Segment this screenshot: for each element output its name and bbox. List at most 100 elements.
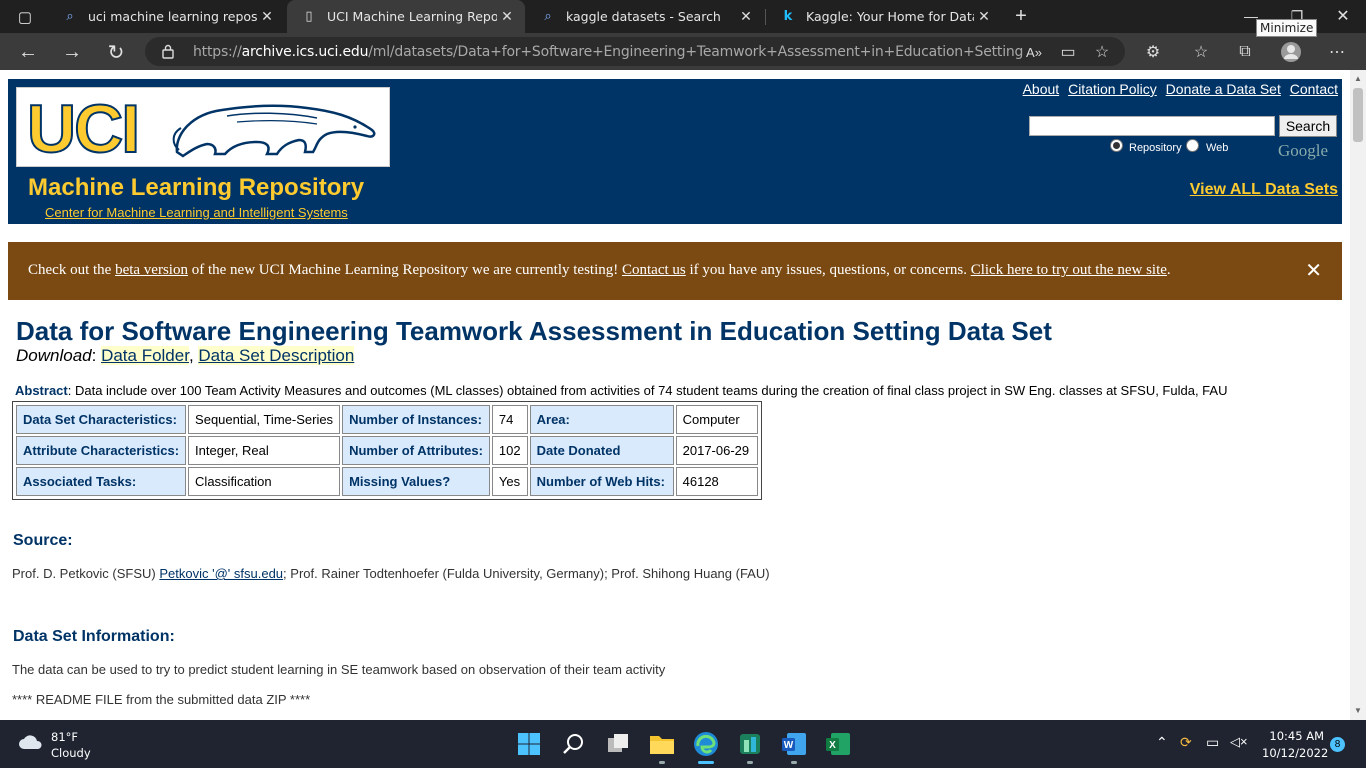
clock[interactable]: 10:45 AM 10/12/2022 — [1262, 729, 1328, 760]
table-header-cell: Area: — [529, 405, 674, 434]
table-row: Data Set Characteristics: Sequential, Ti… — [16, 405, 758, 434]
more-icon[interactable]: ⋯ — [1322, 37, 1352, 67]
tab-actions-icon[interactable]: ▢ — [10, 2, 40, 32]
view-all-datasets-link[interactable]: View ALL Data Sets — [1190, 181, 1338, 199]
table-cell: Computer — [675, 405, 758, 434]
chevron-up-icon[interactable]: ⌃ — [1156, 734, 1168, 751]
scroll-down-icon[interactable]: ▼ — [1354, 706, 1362, 715]
close-icon[interactable]: ✕ — [1305, 258, 1322, 283]
scrollbar-thumb[interactable] — [1353, 88, 1363, 142]
table-header-cell: Attribute Characteristics: — [16, 436, 187, 465]
back-icon[interactable]: ← — [13, 37, 43, 67]
download-links: Download: Data Folder, Data Set Descript… — [16, 346, 355, 365]
taskbar: 81°F Cloudy W X ⌃ ⟳ ▭ ◁× 10:45 AM 10/12/… — [0, 720, 1366, 768]
repository-radio-label: Repository — [1129, 142, 1182, 154]
search-icon: ⌕ — [544, 9, 552, 24]
url-field[interactable]: https://archive.ics.uci.edu/ml/datasets/… — [145, 37, 1125, 66]
table-cell: 46128 — [675, 467, 758, 496]
immersive-reader-icon[interactable]: ▭ — [1053, 37, 1083, 67]
forward-icon[interactable]: → — [57, 37, 87, 67]
table-cell: Integer, Real — [188, 436, 341, 465]
page-title: Data for Software Engineering Teamwork A… — [16, 316, 1052, 346]
task-view-button[interactable] — [602, 728, 634, 760]
word-icon: W — [782, 733, 806, 755]
store-button[interactable] — [734, 728, 766, 764]
email-link[interactable]: Petkovic '@' sfsu.edu — [159, 566, 283, 581]
characteristics-table: Data Set Characteristics: Sequential, Ti… — [12, 401, 762, 500]
favorite-add-icon[interactable]: ☆ — [1087, 37, 1117, 67]
tab-uci-repository[interactable]: ▯ UCI Machine Learning Repository ✕ — [287, 0, 525, 33]
running-indicator — [747, 761, 753, 764]
tab-label: Kaggle: Your Home for Data Scie — [806, 9, 974, 24]
repository-radio[interactable] — [1110, 139, 1123, 152]
file-explorer-button[interactable] — [646, 728, 678, 764]
search-button[interactable]: Search — [1279, 115, 1337, 137]
table-header-cell: Associated Tasks: — [16, 467, 187, 496]
top-links: About Citation Policy Donate a Data Set … — [1018, 81, 1338, 97]
tooltip: Minimize — [1256, 19, 1318, 37]
app-icon — [740, 734, 760, 754]
edge-icon — [694, 732, 718, 756]
table-cell: Yes — [491, 467, 528, 496]
notification-badge[interactable]: 8 — [1330, 737, 1345, 752]
tab-uci-search[interactable]: ⌕ uci machine learning repository - ✕ — [48, 0, 285, 33]
collections-icon[interactable]: ⧉ — [1230, 37, 1260, 67]
center-link[interactable]: Center for Machine Learning and Intellig… — [45, 205, 348, 220]
new-tab-icon[interactable]: + — [1006, 1, 1036, 31]
citation-policy-link[interactable]: Citation Policy — [1068, 81, 1157, 97]
excel-button[interactable]: X — [822, 728, 854, 760]
about-link[interactable]: About — [1023, 81, 1060, 97]
new-site-link[interactable]: Click here to try out the new site — [971, 262, 1167, 278]
sync-icon[interactable]: ⟳ — [1180, 734, 1192, 751]
close-icon[interactable]: ✕ — [974, 9, 994, 25]
scroll-up-icon[interactable]: ▲ — [1354, 74, 1362, 83]
abstract: Abstract: Data include over 100 Team Act… — [15, 383, 1228, 398]
close-icon[interactable]: ✕ — [257, 9, 277, 25]
url-text: https://archive.ics.uci.edu/ml/datasets/… — [193, 44, 1024, 60]
page-icon: ▯ — [305, 9, 313, 24]
favorites-icon[interactable]: ☆ — [1186, 37, 1216, 67]
edge-button[interactable] — [690, 728, 722, 764]
table-row: Associated Tasks: Classification Missing… — [16, 467, 758, 496]
close-icon[interactable]: ✕ — [736, 9, 756, 25]
site-header: UCI Machine Learning Repository Center f… — [8, 79, 1342, 224]
profile-icon[interactable] — [1276, 37, 1306, 67]
task-view-icon — [608, 734, 628, 752]
info-paragraph: The data can be used to try to predict s… — [12, 662, 666, 677]
read-aloud-icon[interactable]: A» — [1019, 37, 1049, 67]
word-button[interactable]: W — [778, 728, 810, 764]
beta-version-link[interactable]: beta version — [115, 262, 188, 278]
search-input[interactable] — [1029, 116, 1275, 136]
kaggle-icon: k — [783, 9, 793, 24]
close-icon[interactable]: ✕ — [497, 9, 517, 25]
lock-icon — [162, 44, 174, 59]
running-indicator — [659, 761, 665, 764]
source-heading: Source: — [13, 532, 73, 549]
search-button[interactable] — [558, 728, 590, 760]
start-button[interactable] — [513, 728, 545, 760]
donate-link[interactable]: Donate a Data Set — [1166, 81, 1281, 97]
repository-title: Machine Learning Repository — [28, 174, 365, 201]
close-window-icon[interactable]: ✕ — [1328, 1, 1358, 31]
scrollbar[interactable]: ▲ ▼ — [1350, 70, 1366, 720]
display-icon[interactable]: ▭ — [1206, 734, 1219, 751]
readme-paragraph: **** README FILE from the submitted data… — [12, 692, 311, 707]
address-bar: ← → ↻ https://archive.ics.uci.edu/ml/dat… — [0, 33, 1366, 70]
web-radio[interactable] — [1186, 139, 1199, 152]
uci-logo[interactable]: UCI — [16, 87, 390, 168]
tab-kaggle-search[interactable]: ⌕ kaggle datasets - Search ✕ — [526, 0, 764, 33]
data-set-description-link[interactable]: Data Set Description — [198, 346, 355, 365]
search-icon — [563, 734, 583, 754]
refresh-icon[interactable]: ↻ — [101, 37, 131, 67]
volume-icon[interactable]: ◁× — [1230, 734, 1248, 750]
google-logo: Google — [1278, 141, 1329, 160]
data-folder-link[interactable]: Data Folder — [101, 346, 189, 365]
contact-us-link[interactable]: Contact us — [622, 262, 686, 278]
beta-banner: Check out the beta version of the new UC… — [8, 242, 1342, 300]
extensions-icon[interactable]: ⚙ — [1138, 37, 1168, 67]
tab-label: uci machine learning repository - — [88, 9, 257, 24]
tab-kaggle[interactable]: k Kaggle: Your Home for Data Scie ✕ — [766, 0, 1002, 33]
table-header-cell: Missing Values? — [342, 467, 490, 496]
info-heading: Data Set Information: — [13, 628, 175, 645]
contact-link[interactable]: Contact — [1290, 81, 1338, 97]
